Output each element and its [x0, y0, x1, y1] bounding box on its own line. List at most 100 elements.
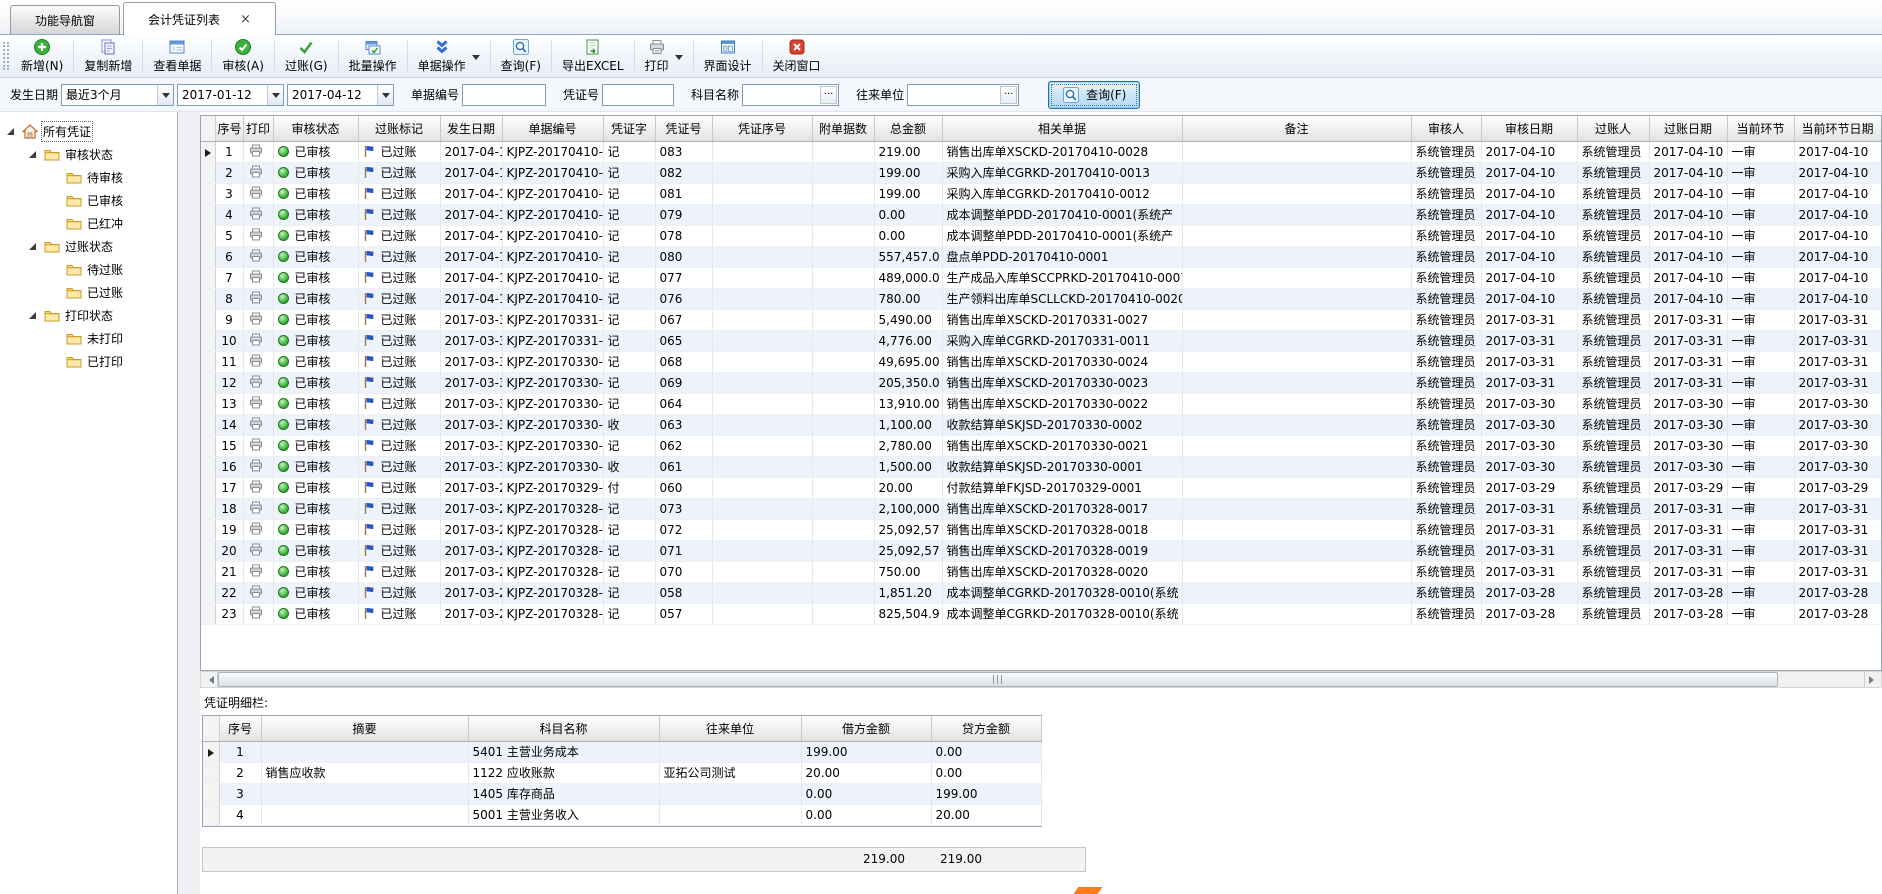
cell-post-date[interactable]: 2017-03-31: [1649, 330, 1727, 351]
cell-auditor[interactable]: 系统管理员: [1411, 477, 1481, 498]
cell-stage-date[interactable]: 2017-03-31: [1794, 498, 1881, 519]
cell-stage[interactable]: 一审: [1727, 204, 1794, 225]
cell-attach[interactable]: [812, 561, 874, 582]
cell-date[interactable]: 2017-04-10: [440, 267, 502, 288]
cell-date[interactable]: 2017-03-30: [440, 456, 502, 477]
cell-post-mark[interactable]: 已过账: [358, 519, 440, 540]
cell-poster[interactable]: 系统管理员: [1577, 498, 1649, 519]
cell-stage-date[interactable]: 2017-03-31: [1794, 309, 1881, 330]
cell-poster[interactable]: 系统管理员: [1577, 246, 1649, 267]
cell-stage[interactable]: 一审: [1727, 498, 1794, 519]
cell-stage[interactable]: 一审: [1727, 288, 1794, 309]
cell-word[interactable]: 记: [603, 498, 655, 519]
row-selector[interactable]: [201, 540, 215, 561]
cell-vno[interactable]: 063: [655, 414, 712, 435]
cell-audit-status[interactable]: 已审核: [273, 414, 358, 435]
audit-button[interactable]: 审核(A): [213, 36, 273, 76]
cell-poster[interactable]: 系统管理员: [1577, 351, 1649, 372]
cell-attach[interactable]: [812, 288, 874, 309]
expand-arrow-icon[interactable]: [6, 126, 17, 137]
cell-remark[interactable]: [1182, 225, 1411, 246]
cell-vno[interactable]: 080: [655, 246, 712, 267]
detail-cell-seq[interactable]: 2: [219, 762, 261, 783]
cell-amount[interactable]: 1,500.00: [874, 456, 942, 477]
print-button[interactable]: 打印: [636, 36, 692, 76]
cell-post-mark[interactable]: 已过账: [358, 477, 440, 498]
cell-stage-date[interactable]: 2017-03-31: [1794, 540, 1881, 561]
cell-poster[interactable]: 系统管理员: [1577, 309, 1649, 330]
cell-poster[interactable]: 系统管理员: [1577, 162, 1649, 183]
tree-item-audited[interactable]: 已审核: [0, 189, 177, 212]
cell-stage-date[interactable]: 2017-04-10: [1794, 204, 1881, 225]
date-to-combo[interactable]: 2017-04-12: [287, 84, 394, 106]
cell-vseq[interactable]: [712, 183, 812, 204]
cell-vseq[interactable]: [712, 309, 812, 330]
cell-poster[interactable]: 系统管理员: [1577, 435, 1649, 456]
cell-auditor[interactable]: 系统管理员: [1411, 603, 1481, 624]
cell-stage[interactable]: 一审: [1727, 435, 1794, 456]
cell-audit-status[interactable]: 已审核: [273, 435, 358, 456]
cell-seq[interactable]: 8: [215, 288, 243, 309]
cell-post-mark[interactable]: 已过账: [358, 498, 440, 519]
cell-amount[interactable]: 25,092,57: [874, 519, 942, 540]
cell-seq[interactable]: 17: [215, 477, 243, 498]
row-selector[interactable]: [201, 267, 215, 288]
cell-post-date[interactable]: 2017-04-10: [1649, 162, 1727, 183]
cell-remark[interactable]: [1182, 414, 1411, 435]
cell-audit-date[interactable]: 2017-04-10: [1481, 204, 1577, 225]
cell-vno[interactable]: 073: [655, 498, 712, 519]
cell-audit-status[interactable]: 已审核: [273, 561, 358, 582]
cell-remark[interactable]: [1182, 267, 1411, 288]
cell-vno[interactable]: 072: [655, 519, 712, 540]
cell-related[interactable]: 成本调整单CGRKD-20170328-0010(系统: [942, 603, 1182, 624]
tree-item-pending-post[interactable]: 待过账: [0, 258, 177, 281]
cell-vno[interactable]: 062: [655, 435, 712, 456]
tree-item-audit-status[interactable]: 审核状态: [0, 143, 177, 166]
tab-voucher-list[interactable]: 会计凭证列表 ×: [123, 2, 276, 35]
cell-audit-status[interactable]: 已审核: [273, 540, 358, 561]
cell-print[interactable]: [243, 330, 273, 351]
cell-doc-no[interactable]: KJPZ-20170329-0060: [502, 477, 603, 498]
cell-stage-date[interactable]: 2017-04-10: [1794, 225, 1881, 246]
cell-print[interactable]: [243, 246, 273, 267]
column-header[interactable]: 审核状态: [273, 116, 358, 141]
cell-date[interactable]: 2017-03-28: [440, 498, 502, 519]
cell-related[interactable]: 成本调整单PDD-20170410-0001(系统产: [942, 204, 1182, 225]
cell-word[interactable]: 记: [603, 519, 655, 540]
cell-doc-no[interactable]: KJPZ-20170331-0067: [502, 309, 603, 330]
row-selector[interactable]: [203, 741, 219, 762]
cell-post-date[interactable]: 2017-04-10: [1649, 225, 1727, 246]
cell-attach[interactable]: [812, 498, 874, 519]
cell-remark[interactable]: [1182, 540, 1411, 561]
row-selector[interactable]: [201, 477, 215, 498]
cell-attach[interactable]: [812, 456, 874, 477]
cell-stage-date[interactable]: 2017-04-10: [1794, 246, 1881, 267]
detail-cell-partner[interactable]: [659, 741, 801, 762]
horizontal-scrollbar[interactable]: [200, 671, 1882, 688]
cell-poster[interactable]: 系统管理员: [1577, 540, 1649, 561]
cell-auditor[interactable]: 系统管理员: [1411, 372, 1481, 393]
detail-cell-partner[interactable]: [659, 783, 801, 804]
cell-vseq[interactable]: [712, 372, 812, 393]
cell-post-date[interactable]: 2017-04-10: [1649, 141, 1727, 162]
copy-add-button[interactable]: 复制新增: [75, 36, 141, 76]
detail-cell-summary[interactable]: [261, 741, 468, 762]
cell-doc-no[interactable]: KJPZ-20170410-0078: [502, 225, 603, 246]
cell-stage[interactable]: 一审: [1727, 246, 1794, 267]
cell-vseq[interactable]: [712, 582, 812, 603]
expand-arrow-icon[interactable]: [28, 310, 39, 321]
tree-item-posted[interactable]: 已过账: [0, 281, 177, 304]
cell-post-date[interactable]: 2017-03-28: [1649, 582, 1727, 603]
cell-auditor[interactable]: 系统管理员: [1411, 288, 1481, 309]
cell-stage[interactable]: 一审: [1727, 309, 1794, 330]
cell-seq[interactable]: 21: [215, 561, 243, 582]
cell-related[interactable]: 销售出库单XSCKD-20170330-0021: [942, 435, 1182, 456]
cell-date[interactable]: 2017-04-10: [440, 162, 502, 183]
partner-input[interactable]: [908, 86, 1000, 104]
cell-seq[interactable]: 9: [215, 309, 243, 330]
cell-seq[interactable]: 19: [215, 519, 243, 540]
cell-doc-no[interactable]: KJPZ-20170328-0073: [502, 498, 603, 519]
row-selector[interactable]: [201, 246, 215, 267]
cell-audit-status[interactable]: 已审核: [273, 603, 358, 624]
cell-post-date[interactable]: 2017-03-31: [1649, 351, 1727, 372]
